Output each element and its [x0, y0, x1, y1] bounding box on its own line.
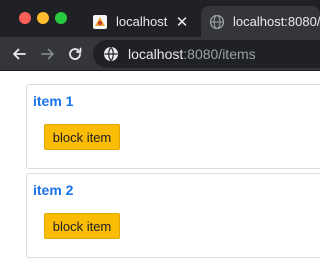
tab-localhost-items[interactable]: localhost:8080/items — [201, 6, 320, 37]
url-host: localhost — [128, 46, 184, 62]
reload-button[interactable] — [63, 42, 87, 66]
block-item-button[interactable]: block item — [44, 124, 120, 150]
arrow-left-icon — [13, 48, 26, 60]
tab-label: localhost:8080/items — [233, 14, 320, 29]
tab-favicon-icon — [93, 14, 107, 29]
arrow-right-icon — [41, 48, 54, 60]
site-info-icon[interactable] — [103, 46, 119, 62]
item-title: item 1 — [33, 93, 74, 109]
url-path: :8080/items — [183, 46, 256, 62]
tab-close-icon[interactable]: ✕ — [174, 14, 190, 31]
window-close-button[interactable] — [19, 12, 31, 24]
address-bar[interactable]: localhost:8080/items — [93, 40, 320, 68]
item-card: item 2 block item — [26, 173, 320, 258]
item-title: item 2 — [33, 182, 74, 198]
browser-chrome: localhost ✕ localhost:8080/items — [0, 0, 320, 71]
tab-localhost[interactable]: localhost ✕ — [84, 6, 198, 37]
item-card: item 1 block item — [26, 84, 320, 169]
window-maximize-button[interactable] — [55, 12, 67, 24]
back-button[interactable] — [7, 42, 31, 66]
globe-icon — [209, 14, 225, 29]
forward-button[interactable] — [36, 42, 60, 66]
browser-toolbar: localhost:8080/items — [0, 37, 320, 71]
window-minimize-button[interactable] — [37, 12, 49, 24]
reload-icon — [69, 47, 82, 60]
tab-label: localhost — [116, 14, 168, 29]
block-item-button[interactable]: block item — [44, 213, 120, 239]
url-text: localhost:8080/items — [128, 46, 256, 62]
tab-strip: localhost ✕ localhost:8080/items — [0, 0, 320, 37]
page-content: item 1 block item item 2 block item — [0, 72, 320, 274]
